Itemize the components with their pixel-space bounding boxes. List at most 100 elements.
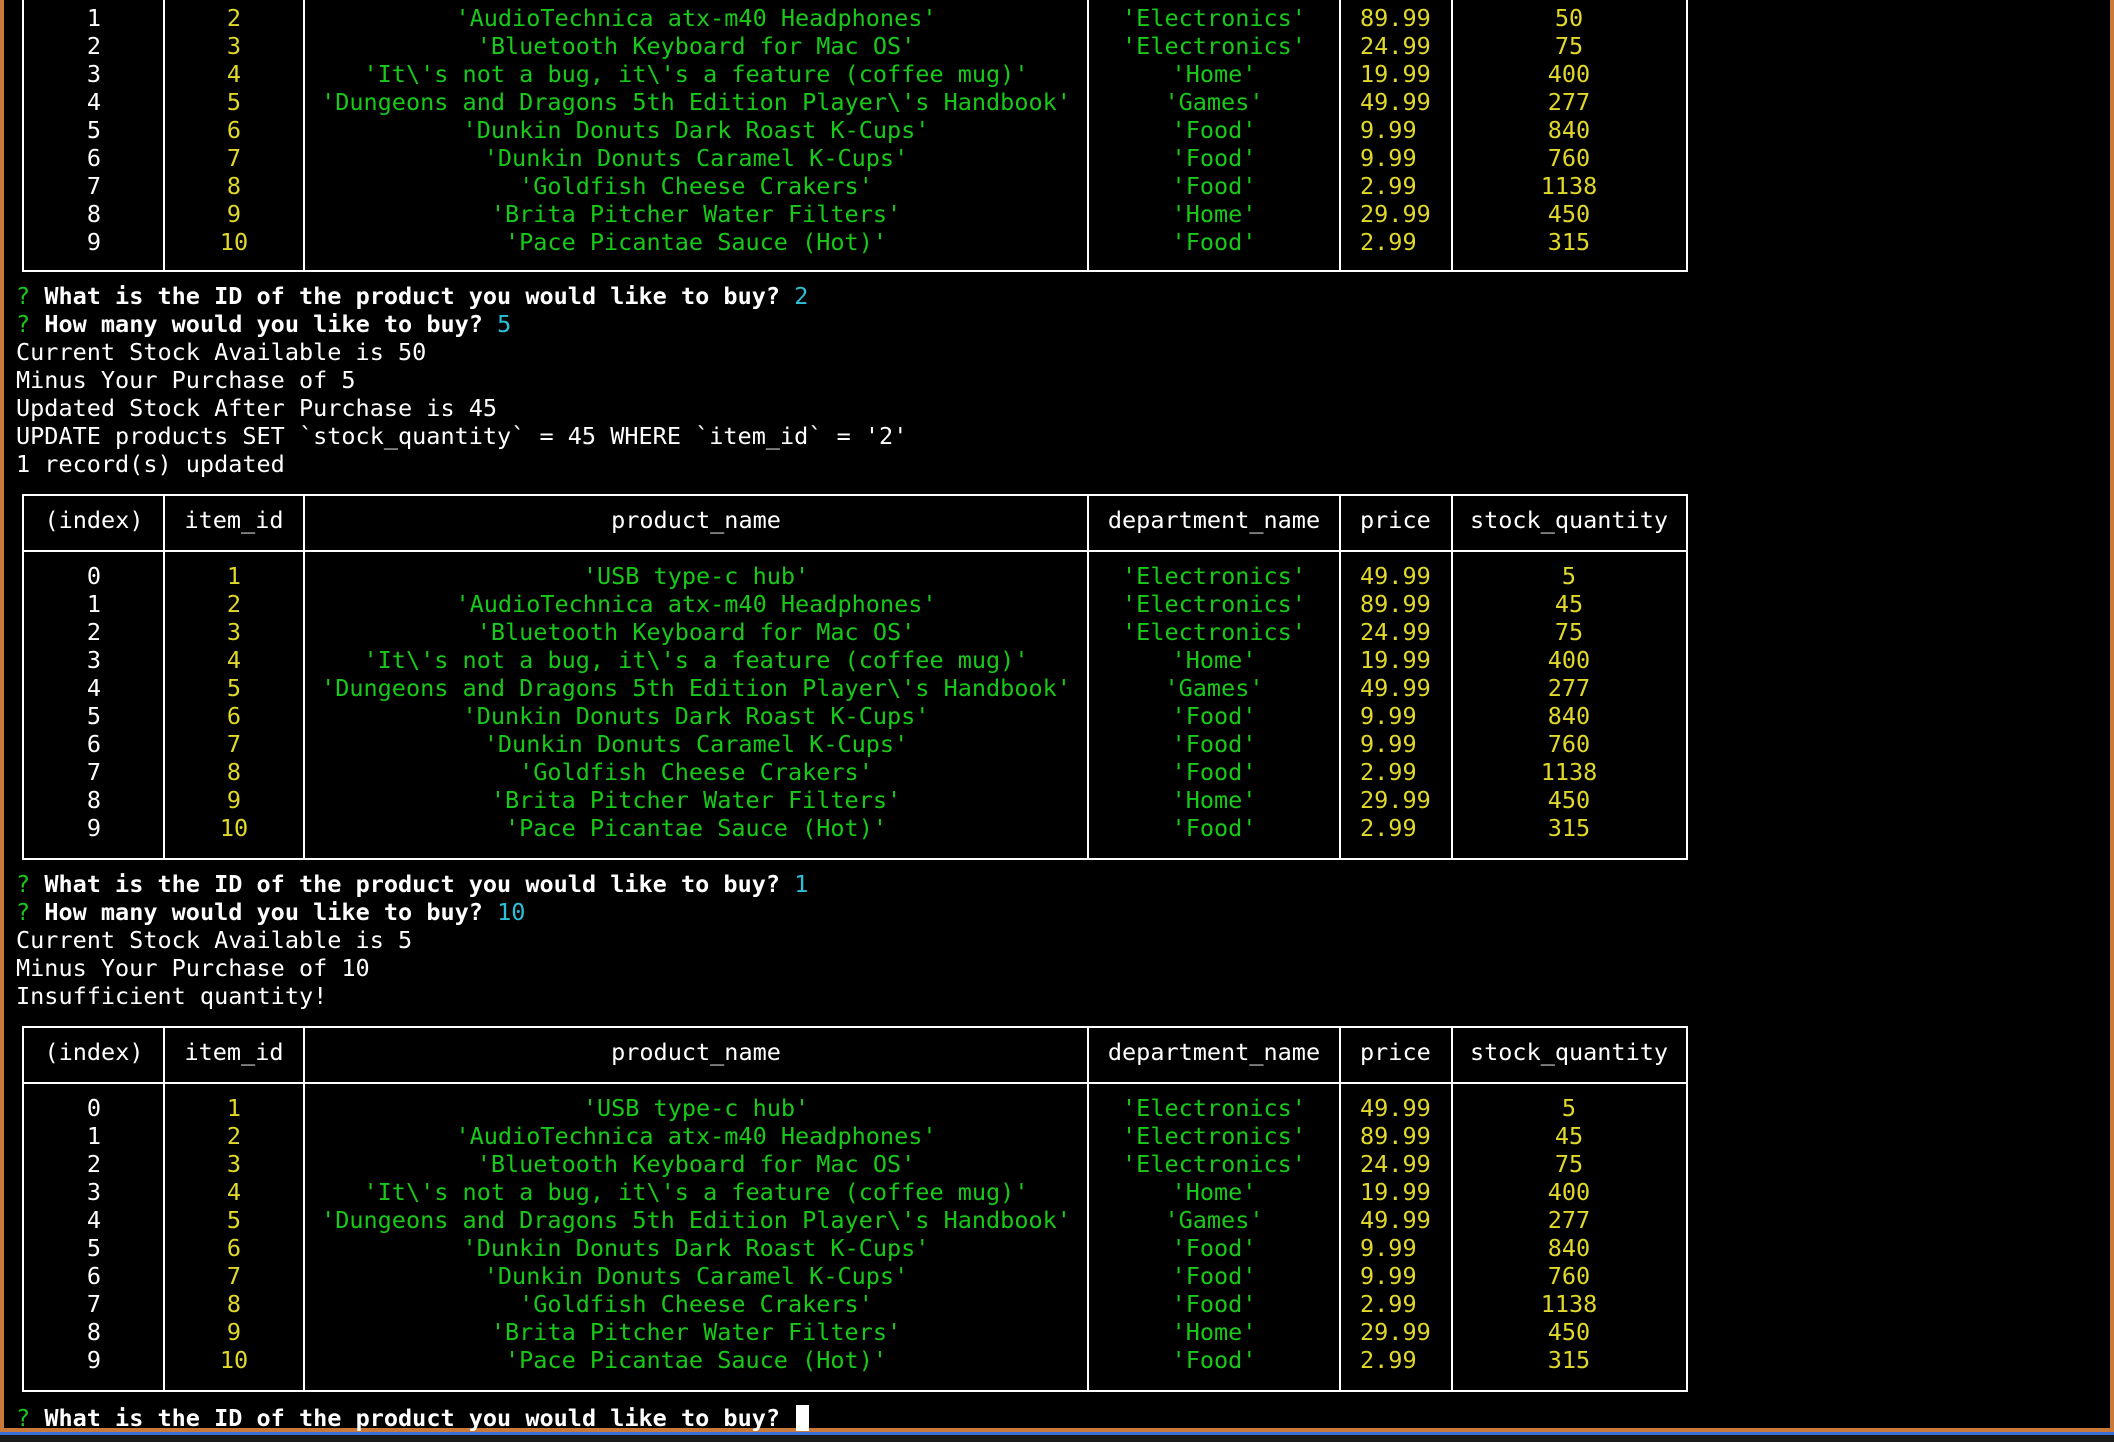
table-cell-price: 2.99: [1360, 1346, 1417, 1374]
table-cell-name: 'Bluetooth Keyboard for Mac OS': [476, 618, 916, 646]
table-cell-price: 2.99: [1360, 228, 1417, 256]
table-cell-name: 'Brita Pitcher Water Filters': [490, 786, 902, 814]
table-cell-id: 7: [226, 144, 242, 172]
table-cell-name: 'AudioTechnica atx-m40 Headphones': [455, 1122, 937, 1150]
table-cell-id: 7: [226, 1262, 242, 1290]
table-cell-name: 'Goldfish Cheese Crakers': [519, 172, 873, 200]
table-cell-dept: 'Electronics': [1122, 4, 1306, 32]
table-cell-price: 9.99: [1360, 702, 1417, 730]
table-cell-index: 9: [86, 814, 102, 842]
table-cell-stock: 760: [1547, 144, 1591, 172]
table-cell-index: 5: [86, 702, 102, 730]
table-cell-id: 9: [226, 786, 242, 814]
table-cell-price: 2.99: [1360, 758, 1417, 786]
table-cell-index: 6: [86, 730, 102, 758]
table-cell-price: 9.99: [1360, 1262, 1417, 1290]
table-cell-stock: 45: [1554, 1122, 1584, 1150]
table-cell-price: 89.99: [1360, 4, 1431, 32]
table-cell-dept: 'Games': [1164, 88, 1264, 116]
question-mark: ?: [16, 898, 31, 926]
table-cell-dept: 'Games': [1164, 1206, 1264, 1234]
output-line: 1 record(s) updated: [16, 450, 285, 478]
column-header-id: item_id: [184, 506, 284, 534]
table-cell-id: 6: [226, 1234, 242, 1262]
table-cell-id: 5: [226, 1206, 242, 1234]
table-cell-stock: 840: [1547, 702, 1591, 730]
window-bottom-strip: [0, 1435, 2114, 1442]
table-cell-stock: 400: [1547, 60, 1591, 88]
table-cell-name: 'Pace Picantae Sauce (Hot)': [504, 814, 887, 842]
table-cell-price: 2.99: [1360, 814, 1417, 842]
table-cell-stock: 277: [1547, 1206, 1591, 1234]
table-cell-name: 'Dunkin Donuts Caramel K-Cups': [483, 730, 909, 758]
table-cell-stock: 450: [1547, 200, 1591, 228]
prompt-text: What is the ID of the product you would …: [44, 282, 781, 310]
table-cell-stock: 45: [1554, 590, 1584, 618]
table-cell-price: 9.99: [1360, 1234, 1417, 1262]
column-header-id: item_id: [184, 1038, 284, 1066]
table-cell-price: 49.99: [1360, 1206, 1431, 1234]
table-cell-id: 7: [226, 730, 242, 758]
table-cell-id: 2: [226, 590, 242, 618]
table-cell-dept: 'Food': [1171, 1234, 1257, 1262]
output-line: Updated Stock After Purchase is 45: [16, 394, 498, 422]
table-cell-index: 2: [86, 1150, 102, 1178]
table-cell-index: 8: [86, 200, 102, 228]
question-mark: ?: [16, 310, 31, 338]
table-cell-id: 5: [226, 674, 242, 702]
answer-text: 5: [497, 310, 512, 338]
table-cell-index: 3: [86, 1178, 102, 1206]
table-cell-dept: 'Home': [1171, 1178, 1257, 1206]
table-cell-index: 9: [86, 1346, 102, 1374]
table-cell-price: 19.99: [1360, 60, 1431, 88]
table-cell-dept: 'Games': [1164, 674, 1264, 702]
table-cell-id: 10: [219, 1346, 249, 1374]
table-cell-dept: 'Food': [1171, 116, 1257, 144]
table-cell-index: 5: [86, 116, 102, 144]
active-prompt-line[interactable]: ? What is the ID of the product you woul…: [16, 1404, 810, 1432]
output-line: Current Stock Available is 50: [16, 338, 427, 366]
table-cell-id: 3: [226, 1150, 242, 1178]
table-cell-dept: 'Food': [1171, 1346, 1257, 1374]
table-cell-name: 'It\'s not a bug, it\'s a feature (coffe…: [363, 60, 1029, 88]
prompt-text: How many would you like to buy?: [44, 898, 483, 926]
products-table-bottom: (index) item_id product_name department_nam…: [22, 1026, 1688, 1392]
table-cell-index: 5: [86, 1234, 102, 1262]
table-cell-name: 'Dungeons and Dragons 5th Edition Player…: [321, 1206, 1071, 1234]
table-cell-name: 'Brita Pitcher Water Filters': [490, 1318, 902, 1346]
table-cell-dept: 'Food': [1171, 172, 1257, 200]
table-cell-index: 7: [86, 1290, 102, 1318]
table-cell-index: 8: [86, 1318, 102, 1346]
table-cell-price: 24.99: [1360, 32, 1431, 60]
prompt-text: How many would you like to buy?: [44, 310, 483, 338]
column-header-dept: department_name: [1107, 506, 1321, 534]
table-cell-id: 4: [226, 60, 242, 88]
table-cell-stock: 75: [1554, 1150, 1584, 1178]
table-cell-dept: 'Home': [1171, 1318, 1257, 1346]
table-cell-id: 9: [226, 200, 242, 228]
column-header-name: product_name: [611, 1038, 781, 1066]
table-cell-name: 'Pace Picantae Sauce (Hot)': [504, 228, 887, 256]
table-cell-name: 'Dunkin Donuts Caramel K-Cups': [483, 144, 909, 172]
output-line: Minus Your Purchase of 10: [16, 954, 370, 982]
table-cell-dept: 'Home': [1171, 786, 1257, 814]
table-cell-dept: 'Food': [1171, 144, 1257, 172]
table-cell-index: 4: [86, 674, 102, 702]
table-cell-stock: 315: [1547, 228, 1591, 256]
text-cursor[interactable]: [796, 1405, 810, 1431]
products-table-top: 1 2 'AudioTechnica atx-m40 Headphones' 'Ele…: [22, 0, 1688, 272]
table-cell-index: 6: [86, 144, 102, 172]
table-cell-price: 9.99: [1360, 144, 1417, 172]
table-cell-dept: 'Home': [1171, 646, 1257, 674]
table-cell-price: 49.99: [1360, 88, 1431, 116]
prompt-line-quantity-1: ? How many would you like to buy? 5: [16, 310, 511, 338]
table-cell-stock: 50: [1554, 4, 1584, 32]
table-cell-price: 49.99: [1360, 1094, 1431, 1122]
output-line: UPDATE products SET `stock_quantity` = 4…: [16, 422, 908, 450]
table-cell-id: 6: [226, 702, 242, 730]
table-cell-dept: 'Electronics': [1122, 32, 1306, 60]
table-cell-dept: 'Home': [1171, 200, 1257, 228]
table-cell-stock: 450: [1547, 1318, 1591, 1346]
table-cell-stock: 400: [1547, 646, 1591, 674]
answer-text: 2: [794, 282, 809, 310]
